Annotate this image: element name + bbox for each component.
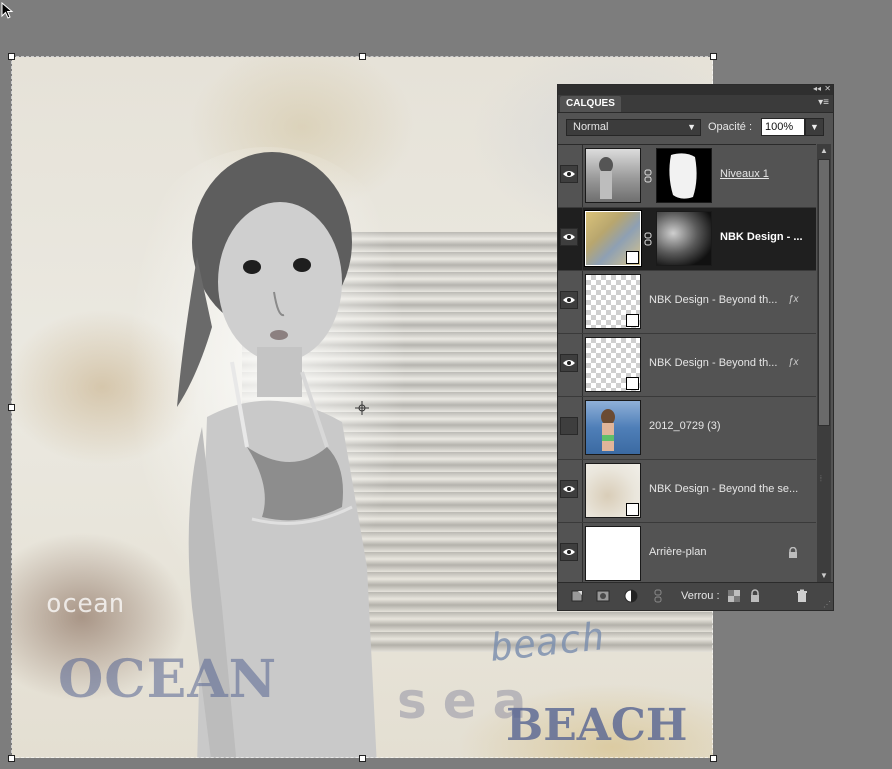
- close-panel-icon[interactable]: ✕: [824, 84, 831, 93]
- transform-handle-top-center[interactable]: [359, 53, 366, 60]
- layer-visibility-toggle[interactable]: [560, 543, 578, 561]
- eye-icon: [563, 360, 575, 366]
- panel-tab-bar: CALQUES ▾≡: [558, 95, 833, 113]
- transform-handle-bottom-left[interactable]: [8, 755, 15, 762]
- scroll-grip-icon: ⦙: [820, 474, 822, 483]
- lock-icon: [789, 547, 797, 558]
- new-layer-icon[interactable]: [570, 589, 584, 603]
- girl-thumbnail-icon: [599, 157, 613, 199]
- layer-thumbnail[interactable]: [585, 400, 641, 455]
- tab-layers[interactable]: CALQUES: [560, 96, 621, 112]
- layer-name: 2012_0729 (3): [649, 420, 721, 432]
- row-separator: [582, 334, 583, 396]
- ocean-script-text: ocean: [46, 589, 125, 619]
- link-layers-icon[interactable]: [651, 589, 665, 603]
- layers-scrollbar[interactable]: ▲ ⦙ ▼: [817, 144, 831, 582]
- chevron-down-icon: ▼: [687, 122, 696, 132]
- scrollbar-thumb[interactable]: [818, 159, 830, 426]
- smart-object-icon: [626, 377, 639, 390]
- panel-title-bar[interactable]: ◂◂ ✕: [558, 84, 833, 95]
- scroll-down-icon[interactable]: ▼: [817, 569, 831, 582]
- row-separator: [582, 397, 583, 459]
- layer-name: Arrière-plan: [649, 546, 707, 558]
- layer-row[interactable]: 2012_0729 (3): [558, 397, 816, 460]
- layer-visibility-toggle[interactable]: [560, 165, 578, 183]
- ocean-word-text: OCEAN: [58, 649, 278, 710]
- row-separator: [582, 208, 583, 270]
- layer-row[interactable]: Arrière-plan: [558, 523, 816, 585]
- layer-name: NBK Design - Beyond the se...: [649, 483, 799, 495]
- layer-name: Niveaux 1: [720, 168, 769, 180]
- layer-mask-thumbnail[interactable]: [656, 148, 712, 203]
- opacity-label: Opacité :: [708, 121, 753, 133]
- layer-thumbnail[interactable]: [584, 210, 642, 267]
- eye-icon: [563, 171, 575, 177]
- transform-handle-top-left[interactable]: [8, 53, 15, 60]
- row-separator: [582, 460, 583, 522]
- mask-shape-icon: [669, 153, 697, 199]
- layer-row[interactable]: NBK Design - Beyond th... ƒx: [558, 271, 816, 334]
- eye-icon: [563, 297, 575, 303]
- transform-center-icon[interactable]: [355, 401, 369, 415]
- mouse-cursor-icon: [1, 2, 14, 19]
- layer-thumbnail[interactable]: [585, 274, 641, 329]
- layer-visibility-toggle[interactable]: [560, 417, 578, 435]
- scroll-up-icon[interactable]: ▲: [817, 144, 831, 157]
- blend-options-row: Normal ▼ Opacité : 100% ▼: [558, 113, 833, 143]
- layer-effects-icon[interactable]: ƒx: [788, 357, 799, 368]
- layer-name: NBK Design - Beyond th...: [649, 357, 778, 369]
- lock-transparency-icon[interactable]: [727, 589, 741, 603]
- smart-object-icon: [626, 314, 639, 327]
- adjustment-layer-icon[interactable]: [624, 589, 638, 603]
- layer-visibility-toggle[interactable]: [560, 354, 578, 372]
- layer-thumbnail[interactable]: [585, 337, 641, 392]
- eye-icon: [563, 549, 575, 555]
- transform-handle-top-right[interactable]: [710, 53, 717, 60]
- resize-grip-icon[interactable]: ⋰: [823, 600, 831, 609]
- opacity-input[interactable]: 100%: [761, 118, 805, 136]
- lock-all-icon[interactable]: [748, 589, 762, 603]
- layer-row[interactable]: NBK Design - Beyond the se...: [558, 460, 816, 523]
- layers-list: Niveaux 1 NBK Design - ... NBK Design - …: [558, 144, 816, 585]
- transform-handle-bottom-center[interactable]: [359, 755, 366, 762]
- layer-visibility-toggle[interactable]: [560, 291, 578, 309]
- layer-visibility-toggle[interactable]: [560, 228, 578, 246]
- girl-color-thumbnail-icon: [601, 409, 615, 451]
- link-chain-icon[interactable]: [643, 232, 653, 246]
- row-separator: [582, 145, 583, 207]
- lock-label: Verrou :: [681, 590, 720, 602]
- panel-menu-icon[interactable]: ▾≡: [818, 97, 829, 108]
- layer-visibility-toggle[interactable]: [560, 480, 578, 498]
- layer-row[interactable]: Niveaux 1: [558, 145, 816, 208]
- layer-mask-thumbnail[interactable]: [656, 211, 712, 266]
- add-mask-icon[interactable]: [596, 589, 610, 603]
- beach-word-text: BEACH: [506, 700, 688, 751]
- row-separator: [582, 523, 583, 585]
- transform-handle-middle-left[interactable]: [8, 404, 15, 411]
- eye-icon: [563, 234, 575, 240]
- layers-panel: ◂◂ ✕ CALQUES ▾≡ Normal ▼ Opacité : 100% …: [557, 84, 834, 611]
- layer-thumbnail[interactable]: [585, 148, 641, 203]
- layer-row[interactable]: NBK Design - ...: [558, 208, 816, 271]
- trash-icon[interactable]: [795, 589, 809, 603]
- layer-thumbnail[interactable]: [585, 526, 641, 581]
- collapse-panel-icon[interactable]: ◂◂: [813, 84, 821, 93]
- row-separator: [582, 271, 583, 333]
- opacity-dropdown-button[interactable]: ▼: [805, 118, 824, 136]
- smart-object-icon: [626, 503, 639, 516]
- layer-name: NBK Design - ...: [720, 231, 803, 243]
- layer-row[interactable]: NBK Design - Beyond th... ƒx: [558, 334, 816, 397]
- layer-effects-icon[interactable]: ƒx: [788, 294, 799, 305]
- layer-name: NBK Design - Beyond th...: [649, 294, 778, 306]
- blend-mode-value: Normal: [573, 121, 609, 133]
- transform-handle-bottom-right[interactable]: [710, 755, 717, 762]
- smart-object-icon: [626, 251, 639, 264]
- panel-footer: Verrou : ⋰: [558, 582, 833, 610]
- eye-icon: [563, 486, 575, 492]
- layer-thumbnail[interactable]: [585, 463, 641, 518]
- blend-mode-select[interactable]: Normal ▼: [566, 119, 701, 136]
- link-chain-icon[interactable]: [643, 169, 653, 183]
